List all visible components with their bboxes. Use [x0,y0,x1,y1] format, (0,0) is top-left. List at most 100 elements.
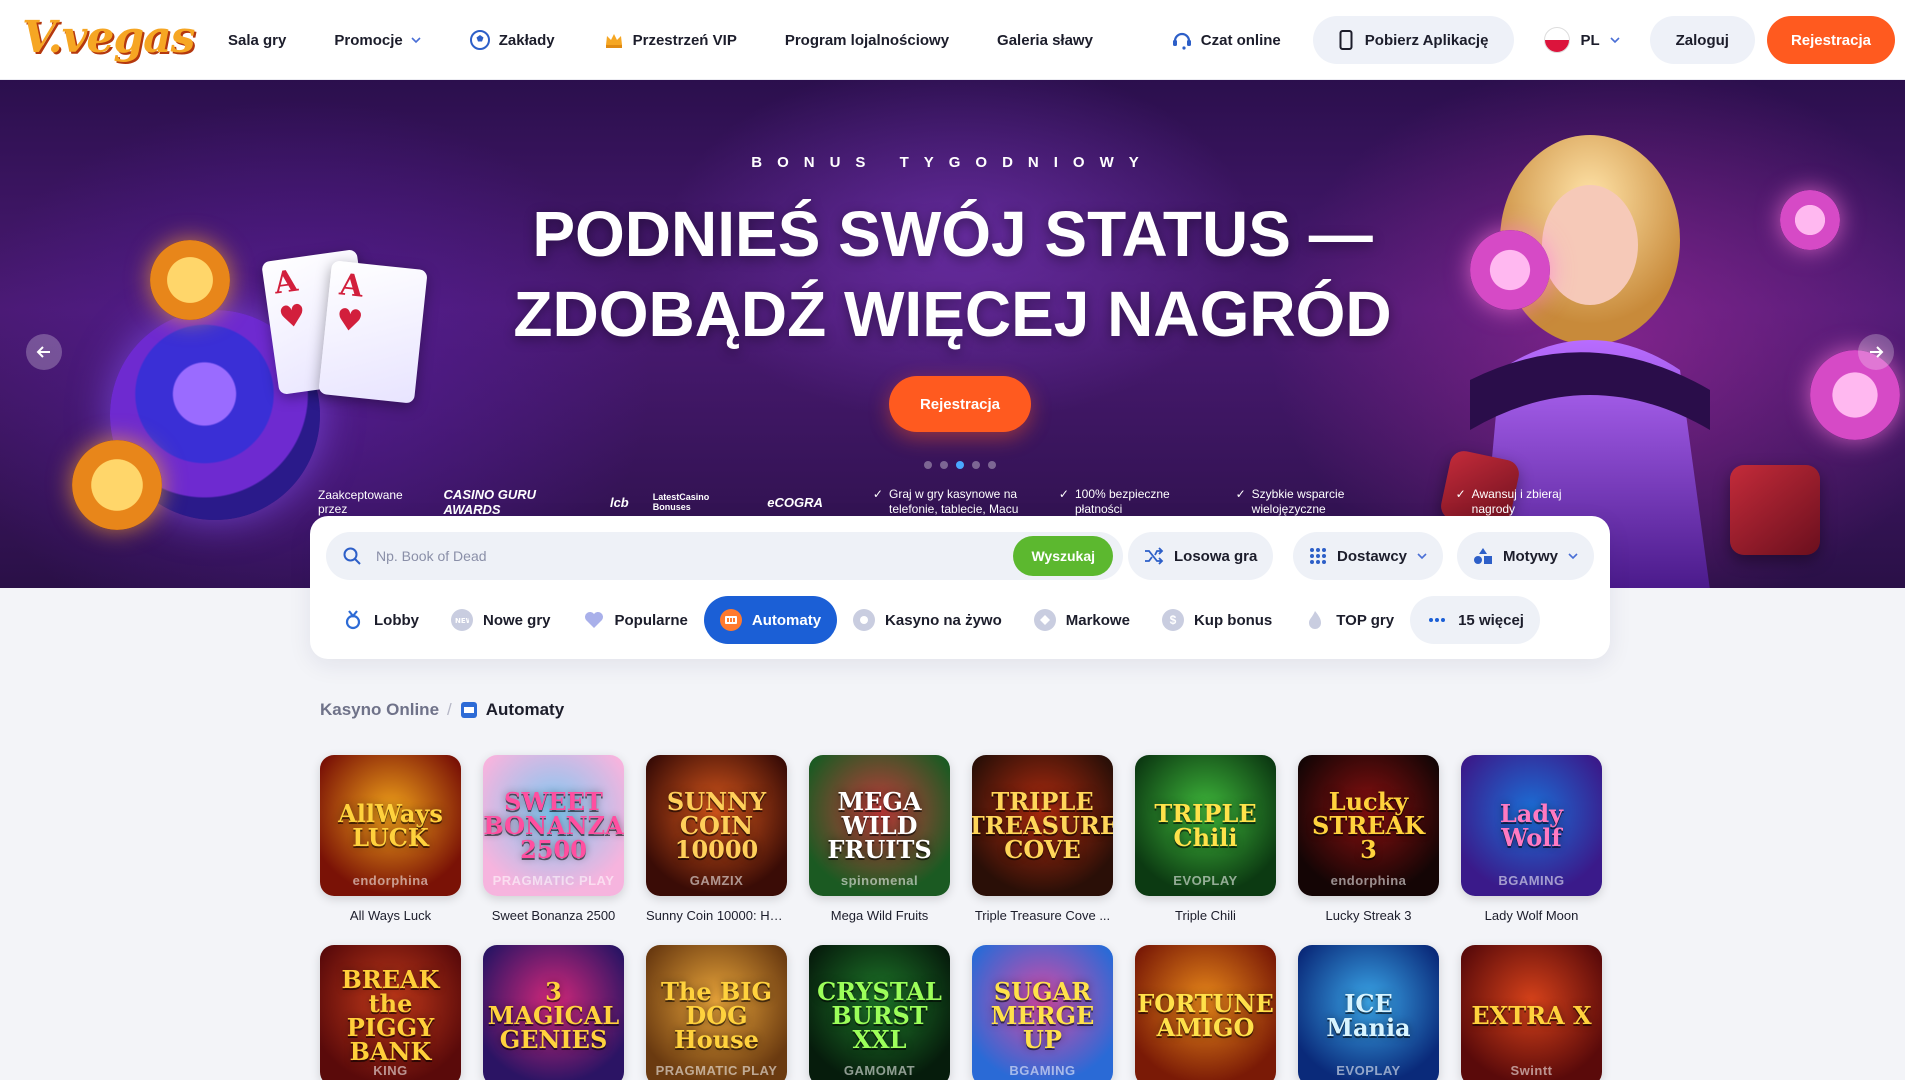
game-name[interactable]: Triple Treasure Cove ... [972,908,1113,923]
site-logo[interactable]: V.vegas [22,12,195,63]
latestcasino-badge: LatestCasino Bonuses [652,492,710,512]
nav-sala-gry[interactable]: Sala gry [228,32,286,49]
search-button[interactable]: Wyszukaj [1013,536,1113,576]
carousel-next-button[interactable] [1858,334,1894,370]
game-tile[interactable]: CRYSTAL BURST XXL GAMOMAT [809,945,950,1080]
game-tile[interactable]: BREAK the PIGGY BANK KING [320,945,461,1080]
game-name[interactable]: Lady Wolf Moon [1461,908,1602,923]
game-thumbnail[interactable]: ICE Mania EVOPLAY [1298,945,1439,1080]
game-art-title: TRIPLE Chili [1154,798,1257,852]
game-tile[interactable]: TRIPLE TREASURE COVE Triple Treasure Cove… [972,755,1113,923]
game-thumbnail[interactable]: SWEET BONANZA 2500 PRAGMATIC PLAY [483,755,624,896]
game-thumbnail[interactable]: Lady Wolf BGAMING [1461,755,1602,896]
game-thumbnail[interactable]: AllWays LUCK endorphina [320,755,461,896]
game-provider: BGAMING [1009,1063,1076,1078]
online-chat-link[interactable]: Czat online [1171,29,1281,51]
feature-item: ✓ 100% bezpieczne płatności [1059,487,1210,517]
game-provider: EVOPLAY [1336,1063,1401,1078]
nav-label: Sala gry [228,31,287,49]
header-actions: Czat online Pobierz Aplikację PL Zaloguj… [1171,0,1895,80]
chevron-down-icon [1568,553,1578,560]
game-thumbnail[interactable]: SUGAR MERGE UP BGAMING [972,945,1113,1080]
game-tile[interactable]: SUGAR MERGE UP BGAMING [972,945,1113,1080]
lcb-badge: lcb [609,494,629,510]
game-thumbnail[interactable]: SUNNY COIN 10000 GAMZIX [646,755,787,896]
game-name[interactable]: All Ways Luck [320,908,461,923]
carousel-dot[interactable] [924,461,932,469]
tab-top-games[interactable]: TOP gry [1288,596,1410,644]
nav-label: Przestrzeń VIP [632,31,737,49]
breadcrumb-root[interactable]: Kasyno Online [320,700,439,720]
game-thumbnail[interactable]: FORTUNE AMIGO [1135,945,1276,1080]
game-thumbnail[interactable]: The BIG DOG House PRAGMATIC PLAY [646,945,787,1080]
nav-zaklady[interactable]: Zakłady [469,29,555,51]
game-thumbnail[interactable]: MEGA WILD FRUITS spinomenal [809,755,950,896]
carousel-dot-active[interactable] [956,461,964,469]
game-tile[interactable]: 3 MAGICAL GENIES [483,945,624,1080]
tab-branded[interactable]: Markowe [1018,596,1146,644]
carousel-dot[interactable] [972,461,980,469]
random-game-button[interactable]: Losowa gra [1128,532,1274,580]
hero-register-button[interactable]: Rejestracja [889,376,1031,432]
nav-hall-of-fame[interactable]: Galeria sławy [997,32,1093,49]
game-tile[interactable]: MEGA WILD FRUITS spinomenal Mega Wild Frui… [809,755,950,923]
carousel-prev-button[interactable] [26,334,62,370]
game-thumbnail[interactable]: EXTRA X Swintt [1461,945,1602,1080]
game-thumbnail[interactable]: TRIPLE Chili EVOPLAY [1135,755,1276,896]
breadcrumb-current: Automaty [460,700,564,720]
tab-new-games[interactable]: NEW Nowe gry [435,596,567,644]
heart-icon [583,609,605,631]
game-tile[interactable]: FORTUNE AMIGO [1135,945,1276,1080]
game-thumbnail[interactable]: BREAK the PIGGY BANK KING [320,945,461,1080]
game-tile[interactable]: The BIG DOG House PRAGMATIC PLAY [646,945,787,1080]
carousel-dot[interactable] [988,461,996,469]
soccer-ball-icon [469,29,491,51]
login-button[interactable]: Zaloguj [1649,16,1755,64]
carousel-dot[interactable] [940,461,948,469]
tab-slots[interactable]: Automaty [703,596,838,644]
slot-machine-icon [719,609,742,631]
accepted-by-label: Zaakceptowane przez [318,488,403,516]
game-tile[interactable]: TRIPLE Chili EVOPLAY Triple Chili [1135,755,1276,923]
game-tile[interactable]: EXTRA X Swintt [1461,945,1602,1080]
nav-vip[interactable]: Przestrzeń VIP [603,29,737,51]
register-button[interactable]: Rejestracja [1766,16,1895,64]
game-name[interactable]: Sunny Coin 10000: Hol... [646,908,787,923]
providers-dropdown[interactable]: Dostawcy [1293,532,1444,580]
game-thumbnail[interactable]: 3 MAGICAL GENIES [483,945,624,1080]
game-tile[interactable]: Lucky STREAK 3 endorphina Lucky Streak 3 [1298,755,1439,923]
tab-lobby[interactable]: Lobby [326,596,435,644]
themes-dropdown[interactable]: Motywy [1457,532,1595,580]
language-selector[interactable]: PL [1526,27,1637,53]
game-tile[interactable]: Lady Wolf BGAMING Lady Wolf Moon [1461,755,1602,923]
feature-item: ✓ Szybkie wsparcie wielojęzyczne [1236,487,1396,517]
game-tile[interactable]: SWEET BONANZA 2500 PRAGMATIC PLAY Sweet Bo… [483,755,624,923]
dice-icon [1730,465,1820,555]
nav-promocje[interactable]: Promocje [334,32,421,49]
check-icon: ✓ [1235,487,1246,501]
breadcrumb-separator: / [447,700,452,719]
game-name[interactable]: Triple Chili [1135,908,1276,923]
tab-label: Markowe [1065,611,1130,629]
game-name[interactable]: Lucky Streak 3 [1298,908,1439,923]
tab-live-casino[interactable]: Kasyno na żywo [837,596,1018,644]
hero-title-line: PODNIEŚ SWÓJ STATUS — [532,198,1373,270]
game-name[interactable]: Sweet Bonanza 2500 [483,908,624,923]
game-art-title: The BIG DOG House [661,976,772,1054]
tab-buy-bonus[interactable]: $ Kup bonus [1146,596,1288,644]
nav-loyalty[interactable]: Program lojalnościowy [785,32,949,49]
themes-label: Motywy [1503,547,1559,565]
game-tile[interactable]: SUNNY COIN 10000 GAMZIX Sunny Coin 10000: … [646,755,787,923]
game-tile[interactable]: AllWays LUCK endorphina All Ways Luck [320,755,461,923]
shapes-icon [1474,548,1492,564]
search-input[interactable] [376,548,976,564]
game-thumbnail[interactable]: TRIPLE TREASURE COVE [972,755,1113,896]
game-provider: Swintt [1510,1063,1553,1078]
game-tile[interactable]: ICE Mania EVOPLAY [1298,945,1439,1080]
tab-more[interactable]: 15 więcej [1410,596,1540,644]
game-name[interactable]: Mega Wild Fruits [809,908,950,923]
game-thumbnail[interactable]: CRYSTAL BURST XXL GAMOMAT [809,945,950,1080]
download-app-button[interactable]: Pobierz Aplikację [1312,16,1515,64]
game-thumbnail[interactable]: Lucky STREAK 3 endorphina [1298,755,1439,896]
tab-popular[interactable]: Popularne [567,596,704,644]
